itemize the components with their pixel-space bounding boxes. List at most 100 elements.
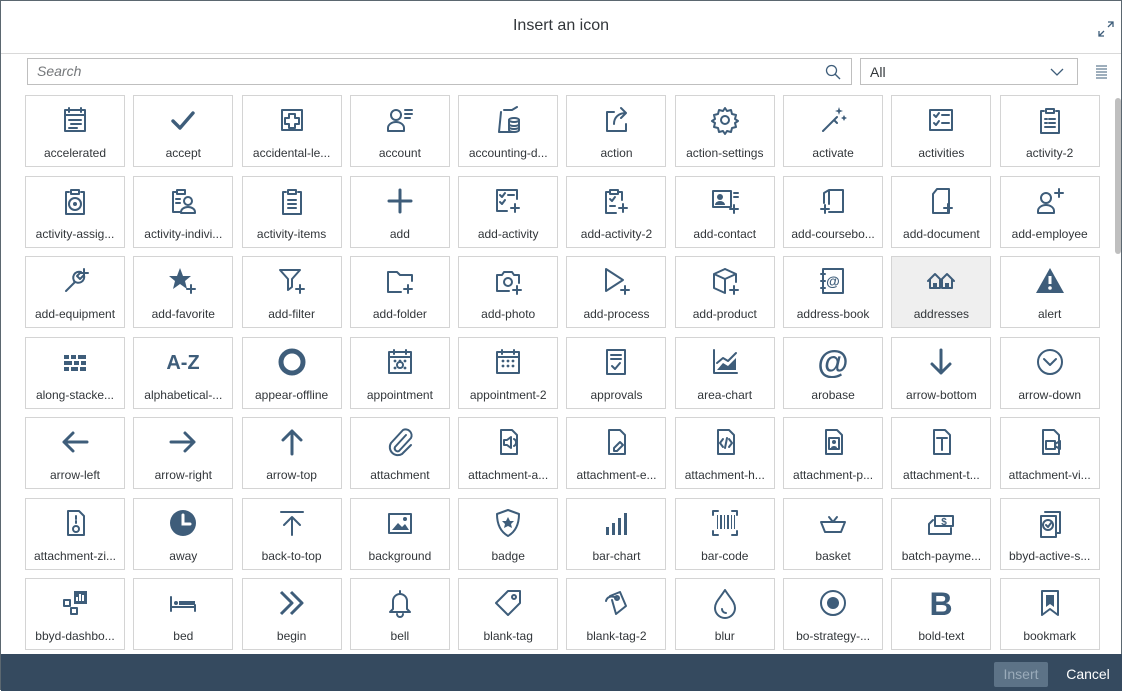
icon-tile[interactable]: add-activity-2: [566, 175, 667, 248]
icon-tile-label: appointment: [366, 387, 433, 402]
icon-tile[interactable]: accounting-d...: [458, 95, 559, 167]
icon-tile[interactable]: arrow-top: [241, 417, 342, 489]
icon-tile-label: add-photo: [481, 307, 536, 321]
list-view-icon[interactable]: [1093, 64, 1109, 80]
icon-tile[interactable]: bbyd-dashbo...: [25, 578, 125, 650]
icon-tile[interactable]: activity-items: [241, 175, 342, 248]
icon-tile[interactable]: activities: [891, 95, 992, 167]
icon-tile[interactable]: add-contact: [674, 175, 775, 248]
folder-add-icon: [351, 265, 449, 297]
gear-icon: [676, 104, 774, 136]
icon-tile[interactable]: account: [349, 95, 450, 167]
icon-tile[interactable]: attachment-h...: [674, 417, 775, 489]
icon-tile[interactable]: bed: [133, 578, 234, 650]
icon-tile[interactable]: alert: [999, 256, 1100, 328]
icon-tile[interactable]: blur: [674, 578, 775, 650]
icon-tile[interactable]: add-document: [891, 175, 992, 248]
icon-tile[interactable]: $ batch-payme...: [891, 497, 992, 570]
icon-tile[interactable]: action-settings: [674, 95, 775, 167]
category-select[interactable]: All: [860, 58, 1078, 85]
icon-tile[interactable]: back-to-top: [241, 497, 342, 570]
icon-tile[interactable]: arrow-bottom: [891, 336, 992, 409]
icon-tile[interactable]: add-process: [566, 256, 667, 328]
icon-tile[interactable]: add: [349, 175, 450, 248]
search-field[interactable]: Search: [27, 58, 852, 85]
icon-tile[interactable]: activate: [783, 95, 884, 167]
icon-tile[interactable]: add-product: [674, 256, 775, 328]
icon-tile[interactable]: add-filter: [241, 256, 342, 328]
icon-tile[interactable]: approvals: [566, 336, 667, 409]
icon-tile-label: attachment-zi...: [33, 548, 117, 563]
icon-tile[interactable]: accept: [133, 95, 234, 167]
icon-tile[interactable]: bbyd-active-s...: [999, 497, 1100, 570]
icon-tile[interactable]: addresses: [891, 256, 992, 328]
icon-tile-label: add-activity-2: [580, 226, 653, 241]
expand-icon[interactable]: [1097, 20, 1115, 38]
icon-tile[interactable]: activity-2: [999, 95, 1100, 167]
icon-tile[interactable]: blank-tag-2: [566, 578, 667, 650]
icon-tile[interactable]: add-equipment: [25, 256, 125, 328]
back-to-top-icon: [243, 507, 341, 539]
icon-tile[interactable]: blank-tag: [458, 578, 559, 650]
dialog-title: Insert an icon: [512, 17, 610, 34]
icon-tile[interactable]: add-coursebo...: [783, 175, 884, 248]
paperclip-icon: [351, 426, 449, 458]
insert-button[interactable]: Insert: [994, 662, 1048, 687]
icon-tile[interactable]: bar-code: [674, 497, 775, 570]
icon-tile[interactable]: background: [349, 497, 450, 570]
icon-tile[interactable]: Bbold-text: [891, 578, 992, 650]
icon-tile[interactable]: bar-chart: [566, 497, 667, 570]
icon-tile[interactable]: arrow-down: [999, 336, 1100, 409]
icon-tile[interactable]: away: [133, 497, 234, 570]
icon-tile-label: arrow-down: [1018, 387, 1082, 402]
icon-tile[interactable]: @ address-book: [783, 256, 884, 328]
icon-tile[interactable]: attachment-e...: [566, 417, 667, 489]
icon-tile[interactable]: add-activity: [458, 175, 559, 248]
cancel-button[interactable]: Cancel: [1059, 662, 1117, 687]
icon-tile[interactable]: accelerated: [25, 95, 125, 167]
scrollbar-thumb[interactable]: [1115, 98, 1121, 254]
icon-tile[interactable]: A-Z alphabetical-...: [133, 336, 234, 409]
icon-tile[interactable]: badge: [458, 497, 559, 570]
icon-tile[interactable]: arrow-right: [133, 417, 234, 489]
icon-tile[interactable]: activity-assig...: [25, 175, 125, 248]
icon-tile-label: attachment-p...: [793, 468, 874, 482]
icon-tile[interactable]: add-employee: [999, 175, 1100, 248]
icon-tile-label: add-favorite: [151, 307, 215, 321]
icon-tile[interactable]: bookmark: [999, 578, 1100, 650]
icon-tile[interactable]: @ arobase: [783, 336, 884, 409]
icon-tile[interactable]: attachment-p...: [783, 417, 884, 489]
icon-tile[interactable]: attachment-zi...: [25, 497, 125, 570]
icon-tile[interactable]: activity-indivi...: [133, 175, 234, 248]
icon-tile[interactable]: add-favorite: [133, 256, 234, 328]
icon-tile[interactable]: appointment-2: [458, 336, 559, 409]
icon-tile[interactable]: attachment-a...: [458, 417, 559, 489]
icon-tile[interactable]: add-photo: [458, 256, 559, 328]
icon-tile[interactable]: begin: [241, 578, 342, 650]
icon-tile[interactable]: appear-offline: [241, 336, 342, 409]
icon-tile-label: add-process: [583, 307, 650, 321]
icon-tile[interactable]: along-stacke...: [25, 336, 125, 409]
icon-tile[interactable]: arrow-left: [25, 417, 125, 489]
icon-tile[interactable]: accidental-le...: [241, 95, 342, 167]
icon-tile[interactable]: action: [566, 95, 667, 167]
chevron-down-icon[interactable]: [1049, 64, 1065, 80]
icon-tile[interactable]: bo-strategy-...: [783, 578, 884, 650]
icon-tile[interactable]: attachment: [349, 417, 450, 489]
warning-triangle-icon: [1001, 265, 1099, 297]
icon-tile-label: begin: [276, 629, 307, 643]
scrollbar[interactable]: [1113, 92, 1122, 654]
dialog-toolbar: Search All: [1, 54, 1121, 91]
icon-tile[interactable]: basket: [783, 497, 884, 570]
icon-tile[interactable]: appointment: [349, 336, 450, 409]
search-icon[interactable]: [825, 64, 841, 80]
icon-tile-label: area-chart: [697, 387, 753, 402]
icon-tile-label: addresses: [913, 307, 970, 321]
icon-tile[interactable]: add-folder: [349, 256, 450, 328]
icon-tile[interactable]: attachment-t...: [891, 417, 992, 489]
icon-tile[interactable]: attachment-vi...: [999, 417, 1100, 489]
attachment-audio-icon: [459, 426, 557, 458]
icon-tile[interactable]: area-chart: [674, 336, 775, 409]
filter-add-icon: [243, 265, 341, 297]
icon-tile[interactable]: bell: [349, 578, 450, 650]
